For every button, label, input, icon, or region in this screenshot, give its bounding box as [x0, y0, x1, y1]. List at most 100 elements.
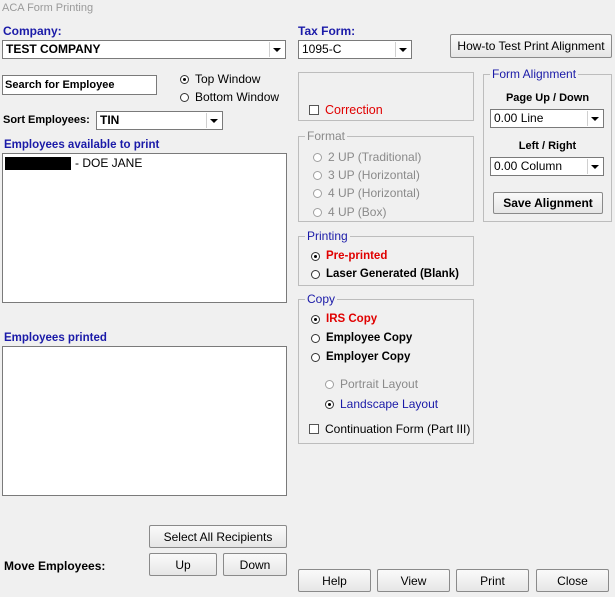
tax-form-select[interactable]: 1095-C	[298, 40, 412, 59]
correction-checkbox[interactable]: Correction	[309, 103, 383, 117]
sort-select[interactable]: TIN	[96, 111, 223, 130]
format-option-2up[interactable]: 2 UP (Traditional)	[313, 150, 421, 164]
available-label: Employees available to print	[4, 139, 160, 151]
company-value: TEST COMPANY	[6, 42, 101, 56]
print-button[interactable]: Print	[456, 569, 529, 592]
top-window-label: Top Window	[195, 72, 261, 86]
lr-select[interactable]: 0.00 Column	[490, 157, 604, 176]
radio-selected-icon	[311, 251, 320, 261]
select-all-button[interactable]: Select All Recipients	[149, 525, 287, 548]
format-group: Format 2 UP (Traditional) 3 UP (Horizont…	[298, 129, 474, 222]
select-all-label: Select All Recipients	[163, 529, 273, 544]
down-label: Down	[239, 557, 271, 572]
printing-option-label: Pre-printed	[326, 250, 388, 262]
printing-option-label: Laser Generated (Blank)	[326, 268, 459, 280]
bottom-window-radio[interactable]: Bottom Window	[180, 90, 279, 104]
search-value: Search for Employee	[5, 79, 115, 91]
chevron-down-icon[interactable]	[269, 42, 284, 57]
layout-option-label: Portrait Layout	[340, 377, 419, 391]
radio-icon	[313, 170, 322, 180]
window-title: ACA Form Printing	[0, 0, 615, 16]
format-option-label: 4 UP (Horizontal)	[328, 186, 420, 200]
sort-value: TIN	[100, 113, 120, 127]
copy-group: Copy IRS Copy Employee Copy Employer Cop…	[298, 292, 474, 444]
help-label: Help	[322, 573, 347, 588]
copy-option-label: IRS Copy	[326, 313, 378, 325]
portrait-layout-radio[interactable]: Portrait Layout	[325, 377, 418, 391]
page-select[interactable]: 0.00 Line	[490, 109, 604, 128]
layout-option-label: Landscape Layout	[340, 397, 439, 411]
copy-irs-radio[interactable]: IRS Copy	[311, 313, 377, 325]
continuation-checkbox[interactable]: Continuation Form (Part III)	[309, 422, 470, 436]
save-alignment-button[interactable]: Save Alignment	[493, 192, 603, 214]
printing-preprinted-radio[interactable]: Pre-printed	[311, 250, 387, 262]
format-option-4up-horizontal[interactable]: 4 UP (Horizontal)	[313, 186, 420, 200]
help-button[interactable]: Help	[298, 569, 371, 592]
format-option-3up[interactable]: 3 UP (Horizontal)	[313, 168, 420, 182]
top-window-radio[interactable]: Top Window	[180, 72, 260, 86]
save-alignment-label: Save Alignment	[503, 196, 593, 210]
bottom-window-label: Bottom Window	[195, 90, 280, 104]
radio-icon	[311, 352, 320, 362]
checkbox-icon	[309, 105, 319, 115]
list-item[interactable]: - DOE JANE	[3, 155, 286, 171]
radio-icon	[325, 379, 334, 389]
available-list[interactable]: - DOE JANE	[2, 153, 287, 303]
format-title: Format	[305, 129, 348, 143]
chevron-down-icon[interactable]	[395, 42, 410, 57]
printing-title: Printing	[305, 229, 350, 243]
sort-label: Sort Employees:	[3, 114, 90, 126]
up-button[interactable]: Up	[149, 553, 217, 576]
radio-icon	[313, 152, 322, 162]
tax-form-label: Tax Form:	[298, 24, 356, 38]
printing-laser-radio[interactable]: Laser Generated (Blank)	[311, 268, 459, 280]
up-label: Up	[175, 557, 191, 572]
radio-selected-icon	[311, 314, 320, 324]
company-label: Company:	[3, 24, 62, 38]
print-label: Print	[480, 573, 505, 588]
radio-icon	[180, 92, 189, 102]
copy-option-label: Employee Copy	[326, 332, 413, 344]
view-label: View	[400, 573, 427, 588]
tax-form-value: 1095-C	[302, 42, 342, 56]
radio-icon	[311, 269, 320, 279]
chevron-down-icon[interactable]	[587, 111, 602, 126]
format-option-label: 2 UP (Traditional)	[328, 150, 422, 164]
page-value: 0.00 Line	[494, 111, 544, 125]
employee-name: - DOE JANE	[75, 156, 143, 170]
copy-option-label: Employer Copy	[326, 351, 411, 363]
radio-icon	[311, 333, 320, 343]
printed-list[interactable]	[2, 346, 287, 496]
copy-title: Copy	[305, 292, 338, 306]
down-button[interactable]: Down	[223, 553, 287, 576]
chevron-down-icon[interactable]	[587, 159, 602, 174]
how-to-button[interactable]: How-to Test Print Alignment	[450, 34, 612, 58]
radio-selected-icon	[325, 399, 334, 409]
printed-label: Employees printed	[4, 332, 107, 344]
copy-employee-radio[interactable]: Employee Copy	[311, 332, 412, 344]
landscape-layout-radio[interactable]: Landscape Layout	[325, 397, 438, 411]
format-option-label: 4 UP (Box)	[328, 205, 387, 219]
view-button[interactable]: View	[377, 569, 450, 592]
format-option-4up-box[interactable]: 4 UP (Box)	[313, 205, 386, 219]
alignment-group: Form Alignment Page Up / Down 0.00 Line …	[483, 67, 612, 222]
alignment-title: Form Alignment	[490, 67, 579, 81]
move-label: Move Employees:	[4, 559, 106, 573]
printing-group: Printing Pre-printed Laser Generated (Bl…	[298, 229, 474, 286]
correction-label: Correction	[325, 103, 383, 117]
redacted-block	[5, 156, 71, 170]
how-to-label: How-to Test Print Alignment	[457, 39, 605, 53]
close-button[interactable]: Close	[536, 569, 609, 592]
radio-selected-icon	[180, 74, 189, 84]
continuation-label: Continuation Form (Part III)	[325, 422, 471, 436]
lr-label: Left / Right	[518, 140, 577, 152]
correction-group: Correction	[298, 72, 474, 121]
search-input[interactable]: Search for Employee	[2, 75, 157, 95]
copy-employer-radio[interactable]: Employer Copy	[311, 351, 410, 363]
radio-icon	[313, 207, 322, 217]
radio-icon	[313, 188, 322, 198]
chevron-down-icon[interactable]	[206, 113, 221, 128]
company-select[interactable]: TEST COMPANY	[2, 40, 286, 59]
checkbox-icon	[309, 424, 319, 434]
format-option-label: 3 UP (Horizontal)	[328, 168, 420, 182]
